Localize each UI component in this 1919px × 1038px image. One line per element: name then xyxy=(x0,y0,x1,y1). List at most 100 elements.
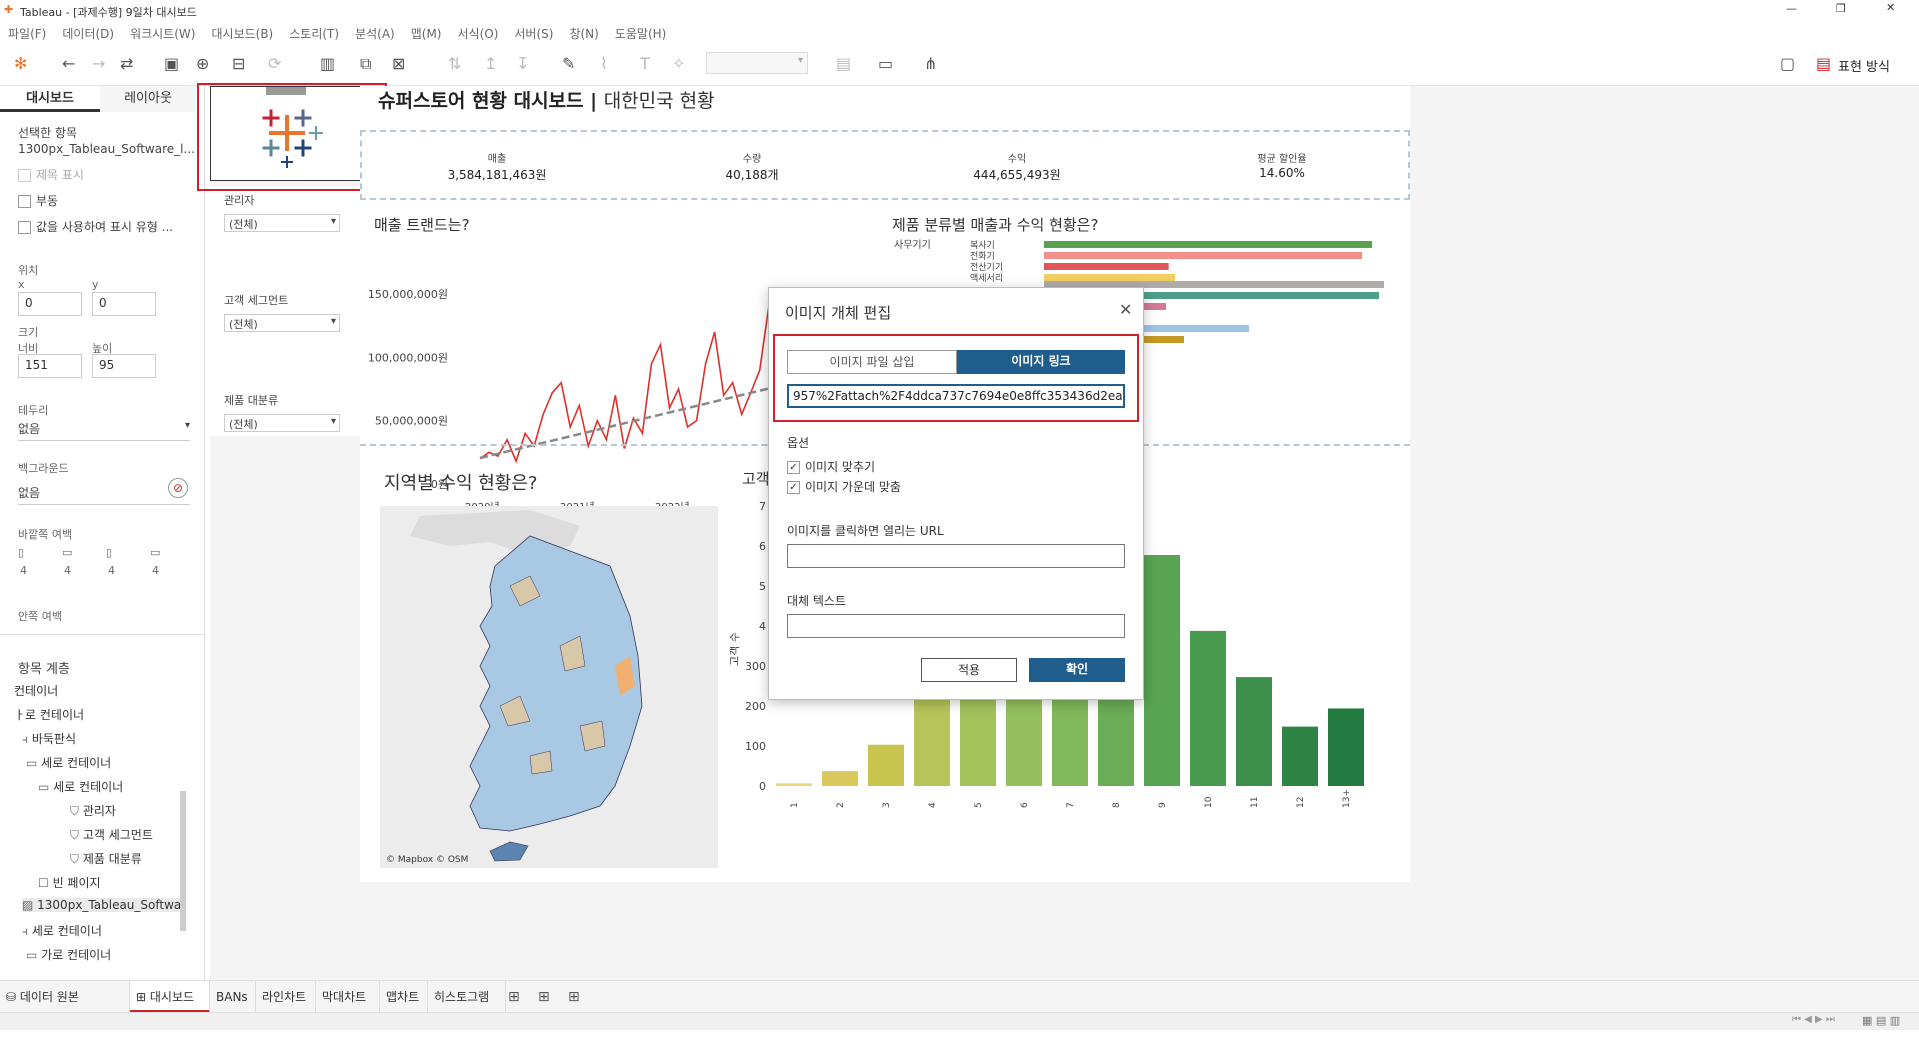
alt-text-input[interactable] xyxy=(787,614,1125,638)
outer-padding-controls[interactable]: ▯ ▭ ▯ ▭ 4 4 4 4 xyxy=(18,546,190,578)
no-color-icon[interactable]: ⊘ xyxy=(168,478,188,498)
image-link-tab[interactable]: 이미지 링크 xyxy=(957,350,1125,374)
center-image-checkbox[interactable]: ✓ 이미지 가운데 맞춤 xyxy=(787,478,901,495)
tableau-logo-image[interactable] xyxy=(210,86,361,181)
menu-item[interactable]: 서식(O) xyxy=(458,25,499,42)
new-worksheet-icon[interactable]: ⊞ xyxy=(508,989,520,1005)
ok-button[interactable]: 확인 xyxy=(1029,658,1125,682)
tab-layout[interactable]: 레이아웃 xyxy=(100,86,196,112)
presentation-icon[interactable]: ▭ xyxy=(878,54,893,73)
hierarchy-item[interactable]: ⫞ 바둑판식 xyxy=(22,730,76,747)
customer-bar[interactable] xyxy=(1282,726,1318,786)
customer-bar[interactable] xyxy=(822,771,858,786)
drag-handle[interactable] xyxy=(266,87,306,95)
replay-icon[interactable]: ⇄ xyxy=(120,54,133,73)
menu-item[interactable]: 워크시트(W) xyxy=(130,25,195,42)
pause-update-icon[interactable]: ⊟ xyxy=(232,54,245,73)
apply-button[interactable]: 적용 xyxy=(921,658,1017,682)
label-icon[interactable]: T xyxy=(640,54,650,73)
click-url-input[interactable] xyxy=(787,544,1125,568)
category-bar[interactable] xyxy=(1044,274,1176,281)
x-input[interactable]: 0 xyxy=(18,292,82,316)
hierarchy-item[interactable]: ▨ 1300px_Tableau_Softwar xyxy=(22,898,184,912)
sheet-tab[interactable]: ⊞ 대시보드 xyxy=(130,981,210,1013)
sheet-tab[interactable]: 히스토그램 xyxy=(428,981,506,1013)
new-dashboard-icon[interactable]: ⊞ xyxy=(538,989,550,1005)
new-datasource-icon[interactable]: ⊕ xyxy=(196,54,209,73)
show-cards-icon[interactable]: ▤ xyxy=(836,54,851,73)
nav-arrows-icon[interactable]: ⏮ ◀ ▶ ⏭ xyxy=(1792,1014,1835,1025)
category-bar[interactable] xyxy=(1044,241,1372,248)
menu-item[interactable]: 맵(M) xyxy=(411,25,442,42)
scrollbar[interactable] xyxy=(180,791,186,931)
customer-bar[interactable] xyxy=(1144,555,1180,786)
customer-bar[interactable] xyxy=(868,744,904,786)
maximize-icon[interactable]: ❐ xyxy=(1836,2,1846,15)
sheet-tab[interactable]: BANs xyxy=(210,981,256,1013)
show-me-icon[interactable]: ▤ xyxy=(1816,54,1831,73)
sort-desc-icon[interactable]: ↧ xyxy=(516,54,529,73)
sheet-tab[interactable]: 막대차트 xyxy=(316,981,380,1013)
border-dropdown[interactable]: 없음 ▾ xyxy=(18,420,190,441)
height-input[interactable]: 95 xyxy=(92,354,156,378)
hierarchy-item[interactable]: ▭ 세로 컨테이너 xyxy=(38,778,123,795)
customer-bar[interactable] xyxy=(1236,677,1272,786)
sheet-tab[interactable]: 맵차트 xyxy=(380,981,428,1013)
menu-item[interactable]: 도움말(H) xyxy=(615,25,667,42)
comment-icon[interactable]: ▢ xyxy=(1780,54,1795,73)
minimize-icon[interactable]: — xyxy=(1786,2,1797,15)
undo-icon[interactable]: ← xyxy=(62,54,75,73)
hierarchy-item[interactable]: ⫞ 세로 컨테이너 xyxy=(22,922,102,939)
filter-dropdown[interactable]: (전체) ▾ xyxy=(224,414,340,432)
filter-dropdown[interactable]: (전체) ▾ xyxy=(224,214,340,232)
hierarchy-item[interactable]: ㅏ로 컨테이너 xyxy=(14,706,84,723)
menu-item[interactable]: 서버(S) xyxy=(514,25,553,42)
customer-bar[interactable] xyxy=(776,783,812,786)
menu-item[interactable]: 파일(F) xyxy=(8,25,46,42)
close-icon[interactable]: ✕ xyxy=(1119,300,1132,319)
sheet-tab[interactable]: 라인차트 xyxy=(256,981,316,1013)
duplicate-icon[interactable]: ⧉ xyxy=(360,54,371,74)
width-input[interactable]: 151 xyxy=(18,354,82,378)
menu-item[interactable]: 데이터(D) xyxy=(62,25,114,42)
redo-icon[interactable]: → xyxy=(92,54,105,73)
category-bar[interactable] xyxy=(1044,252,1363,259)
hierarchy-item[interactable]: ⛉ 고객 세그먼트 xyxy=(70,826,153,843)
tableau-home-icon[interactable]: ✻ xyxy=(14,54,27,73)
background-dropdown[interactable]: 없음 xyxy=(18,484,190,505)
show-title-checkbox[interactable]: 제목 표시 xyxy=(18,166,84,183)
pin-icon[interactable]: ✧ xyxy=(672,54,685,73)
y-input[interactable]: 0 xyxy=(92,292,156,316)
hierarchy-item[interactable]: ⛉ 관리자 xyxy=(70,802,116,819)
fit-dropdown[interactable]: ▾ xyxy=(706,52,808,74)
menu-item[interactable]: 스토리(T) xyxy=(289,25,339,42)
close-window-icon[interactable]: ✕ xyxy=(1886,1,1895,14)
filter-dropdown[interactable]: (전체) ▾ xyxy=(224,314,340,332)
swap-icon[interactable]: ⇅ xyxy=(448,54,461,73)
refresh-icon[interactable]: ⟳ xyxy=(268,54,281,73)
hierarchy-item[interactable]: 컨테이너 xyxy=(14,682,58,699)
highlight-icon[interactable]: ✎ xyxy=(562,54,575,73)
clear-sheet-icon[interactable]: ⊠ xyxy=(392,54,405,73)
hierarchy-item[interactable]: ⛉ 제품 대분류 xyxy=(70,850,142,867)
customer-bar[interactable] xyxy=(1190,630,1226,786)
view-grid-icon[interactable]: ▦ ▤ ▥ xyxy=(1862,1014,1900,1027)
group-icon[interactable]: ⌇ xyxy=(600,54,608,73)
sort-asc-icon[interactable]: ↥ xyxy=(484,54,497,73)
menu-item[interactable]: 분석(A) xyxy=(355,25,395,42)
tab-dashboard[interactable]: 대시보드 xyxy=(0,86,100,112)
fit-image-checkbox[interactable]: ✓ 이미지 맞추기 xyxy=(787,458,875,475)
korea-map[interactable]: © Mapbox © OSM xyxy=(380,506,718,868)
new-story-icon[interactable]: ⊞ xyxy=(568,989,580,1005)
floating-checkbox[interactable]: 부동 xyxy=(18,192,58,209)
use-value-checkbox[interactable]: 값을 사용하여 표시 유형 ... xyxy=(18,218,173,235)
category-bar[interactable] xyxy=(1044,263,1169,270)
new-sheet-icon[interactable]: ▥ xyxy=(320,54,335,73)
hierarchy-item[interactable]: ☐ 빈 페이지 xyxy=(38,874,101,891)
hierarchy-item[interactable]: ▭ 세로 컨테이너 xyxy=(26,754,111,771)
customer-bar[interactable] xyxy=(1328,708,1364,786)
menu-item[interactable]: 대시보드(B) xyxy=(211,25,273,42)
menu-item[interactable]: 창(N) xyxy=(569,25,598,42)
save-icon[interactable]: ▣ xyxy=(164,54,179,73)
show-me-label[interactable]: 표현 방식 xyxy=(1838,56,1890,75)
